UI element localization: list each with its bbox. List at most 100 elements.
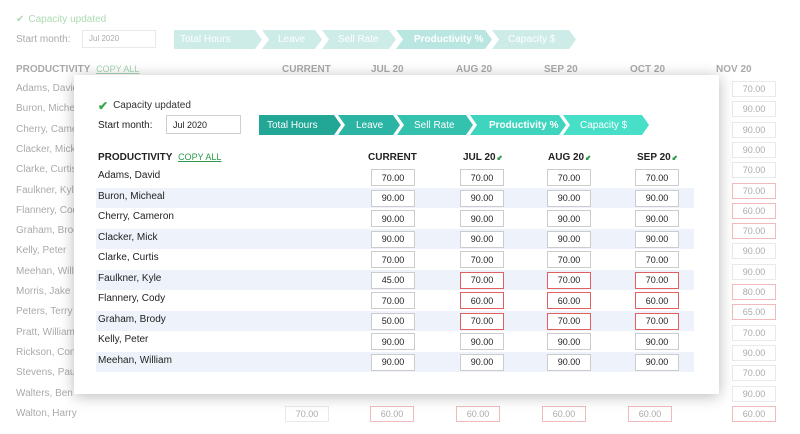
start-month-label: Start month: <box>98 120 153 131</box>
step-label: Total Hours <box>267 119 318 131</box>
productivity-input[interactable] <box>635 169 679 186</box>
bg-col-aug: AUG 20 <box>456 64 493 75</box>
status-text: Capacity updated <box>113 100 191 111</box>
bg-status-text: Capacity updated <box>28 14 107 25</box>
productivity-input[interactable] <box>460 333 504 350</box>
productivity-input[interactable] <box>371 271 415 289</box>
step-label: Leave <box>356 119 384 131</box>
productivity-input[interactable] <box>635 353 679 371</box>
table-row: Meehan, William <box>96 351 694 372</box>
productivity-input[interactable] <box>635 210 679 227</box>
step-leave[interactable]: Leave <box>338 115 400 135</box>
productivity-input[interactable] <box>371 333 415 350</box>
productivity-input[interactable] <box>371 230 415 248</box>
productivity-input[interactable] <box>547 169 591 186</box>
productivity-input[interactable] <box>635 189 679 207</box>
productivity-input[interactable] <box>547 210 591 227</box>
bg-nov-cell: 70.00 <box>732 81 776 97</box>
col-label: JUL 20 <box>463 152 496 163</box>
productivity-input[interactable] <box>547 333 591 350</box>
productivity-input[interactable] <box>635 230 679 248</box>
bg-nov-cell: 70.00 <box>732 223 776 240</box>
productivity-input[interactable] <box>371 251 415 268</box>
bg-employee-name: Adams, David <box>16 83 79 94</box>
col-header-sep[interactable]: SEP 20⬋ <box>637 152 678 163</box>
table-row: Graham, Brody <box>96 310 694 331</box>
table-row: Clacker, Mick <box>96 228 694 249</box>
productivity-input[interactable] <box>547 230 591 248</box>
bg-nov-cell: 90.00 <box>732 344 776 361</box>
productivity-input[interactable] <box>460 230 504 248</box>
step-total-hours[interactable]: Total Hours <box>259 115 341 135</box>
productivity-input[interactable] <box>635 312 679 330</box>
bg-status: ✔ Capacity updated <box>16 14 106 25</box>
productivity-input[interactable] <box>460 312 504 330</box>
productivity-heading: PRODUCTIVITY <box>98 152 173 163</box>
productivity-input[interactable] <box>460 271 504 289</box>
step-capacity[interactable]: Capacity $ <box>563 115 649 135</box>
productivity-input[interactable] <box>547 271 591 289</box>
productivity-input[interactable] <box>371 312 415 330</box>
table-row: Flannery, Cody <box>96 290 694 311</box>
step-sell-rate[interactable]: Sell Rate <box>397 115 473 135</box>
step-label: Productivity % <box>489 119 559 131</box>
col-label: CURRENT <box>368 152 417 163</box>
productivity-input[interactable] <box>547 292 591 309</box>
check-icon: ✔ <box>98 98 109 113</box>
table-row: Clarke, Curtis <box>96 249 694 270</box>
productivity-input[interactable] <box>547 312 591 330</box>
productivity-input[interactable] <box>371 292 415 309</box>
bg-start-label: Start month: <box>16 34 71 45</box>
col-header-jul[interactable]: JUL 20⬋ <box>463 152 503 163</box>
productivity-input[interactable] <box>460 353 504 371</box>
bg-steps: Total Hours Leave Sell Rate Productivity… <box>174 30 576 49</box>
bg-nov-cell: 90.00 <box>732 263 776 280</box>
bg-employee-name: Morris, Jake <box>16 286 71 297</box>
sort-icon[interactable]: ⬋ <box>585 155 591 162</box>
productivity-input[interactable] <box>371 353 415 371</box>
productivity-input[interactable] <box>371 189 415 207</box>
productivity-input[interactable] <box>460 169 504 186</box>
productivity-input[interactable] <box>635 333 679 350</box>
productivity-input[interactable] <box>635 251 679 268</box>
bg-last-row-cell: 60.00 <box>370 405 414 422</box>
bg-nov-cell: 90.00 <box>732 141 776 158</box>
bg-employee-name: Kelly, Peter <box>16 245 67 257</box>
bg-step-productivity: Productivity % <box>396 30 492 49</box>
productivity-input[interactable] <box>371 169 415 186</box>
productivity-input[interactable] <box>547 251 591 268</box>
step-label: Capacity $ <box>580 119 628 131</box>
bg-copy-all: COPY ALL <box>96 64 140 74</box>
bg-employee-name: Buron, Micheal <box>16 103 83 115</box>
table-row: Cherry, Cameron <box>96 208 694 229</box>
bg-nov-cell: 70.00 <box>732 365 776 382</box>
employee-name: Kelly, Peter <box>98 334 149 345</box>
productivity-input[interactable] <box>547 353 591 371</box>
bg-nov-cell: 60.00 <box>732 405 776 422</box>
sort-icon[interactable]: ⬋ <box>497 155 503 162</box>
bg-nov-cell: 90.00 <box>732 121 776 138</box>
employee-name: Flannery, Cody <box>98 293 166 304</box>
step-productivity[interactable]: Productivity % <box>470 115 566 135</box>
productivity-input[interactable] <box>460 210 504 227</box>
productivity-input[interactable] <box>460 189 504 207</box>
col-header-aug[interactable]: AUG 20⬋ <box>548 152 591 163</box>
employee-name: Adams, David <box>98 170 161 181</box>
productivity-input[interactable] <box>371 210 415 227</box>
employee-name: Cherry, Cameron <box>98 211 174 222</box>
productivity-input[interactable] <box>635 271 679 289</box>
productivity-input[interactable] <box>460 292 504 309</box>
bg-last-row-cell: 60.00 <box>456 405 500 422</box>
productivity-input[interactable] <box>547 189 591 207</box>
productivity-input[interactable] <box>635 292 679 309</box>
start-month-input[interactable] <box>166 115 241 134</box>
bg-last-row-cell: 60.00 <box>628 405 672 422</box>
copy-all-link[interactable]: COPY ALL <box>178 152 221 162</box>
col-label: SEP 20 <box>637 152 671 163</box>
bg-header-title: PRODUCTIVITY COPY ALL <box>16 64 139 75</box>
bg-last-row-cell: 70.00 <box>285 405 329 422</box>
productivity-input[interactable] <box>460 251 504 268</box>
bg-nov-cell: 60.00 <box>732 202 776 219</box>
sort-icon[interactable]: ⬋ <box>672 155 678 162</box>
bg-nov-cell: 70.00 <box>732 182 776 199</box>
